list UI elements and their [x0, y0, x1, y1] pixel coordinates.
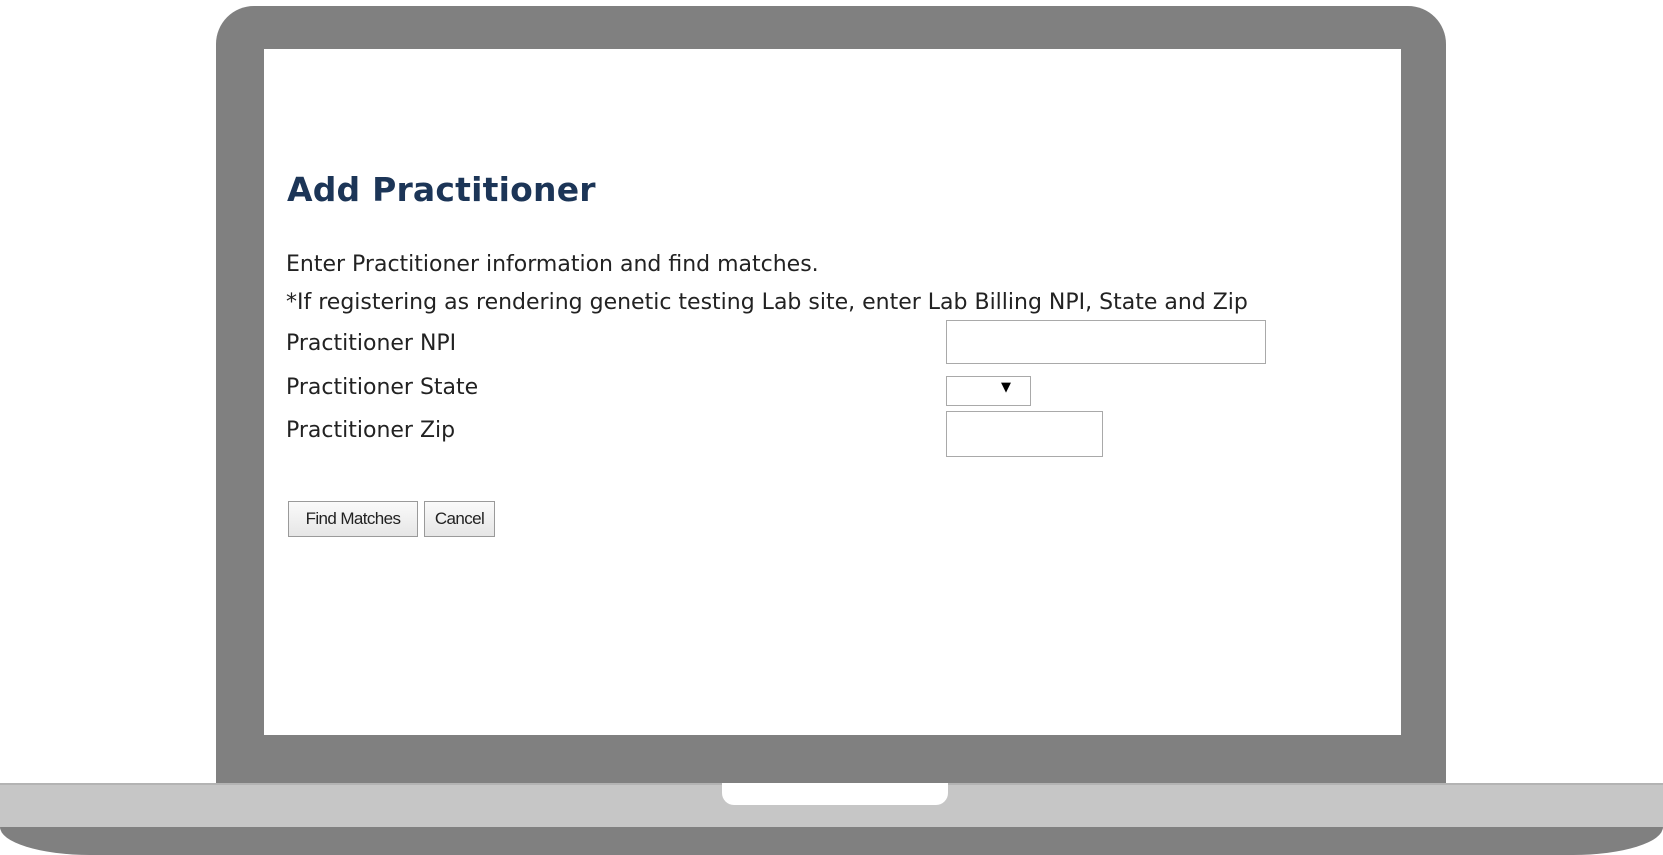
screen: Add Practitioner Enter Practitioner info… — [264, 49, 1401, 735]
page-title: Add Practitioner — [287, 170, 596, 209]
lab-note-text: *If registering as rendering genetic tes… — [286, 290, 1248, 315]
zip-label: Practitioner Zip — [286, 418, 456, 443]
zip-input[interactable] — [946, 411, 1103, 457]
cancel-button[interactable]: Cancel — [424, 501, 495, 537]
state-label: Practitioner State — [286, 375, 479, 400]
npi-input[interactable] — [946, 320, 1266, 364]
npi-label: Practitioner NPI — [286, 331, 457, 356]
instruction-text: Enter Practitioner information and find … — [286, 252, 819, 277]
state-select[interactable]: ▼ — [946, 376, 1031, 406]
laptop-frame: Add Practitioner Enter Practitioner info… — [0, 0, 1663, 855]
laptop-notch — [722, 783, 948, 805]
chevron-down-icon: ▼ — [1001, 380, 1011, 395]
laptop-base-bottom — [0, 827, 1663, 855]
intro-text: Enter Practitioner information and find … — [286, 246, 1248, 322]
find-matches-button[interactable]: Find Matches — [288, 501, 418, 537]
